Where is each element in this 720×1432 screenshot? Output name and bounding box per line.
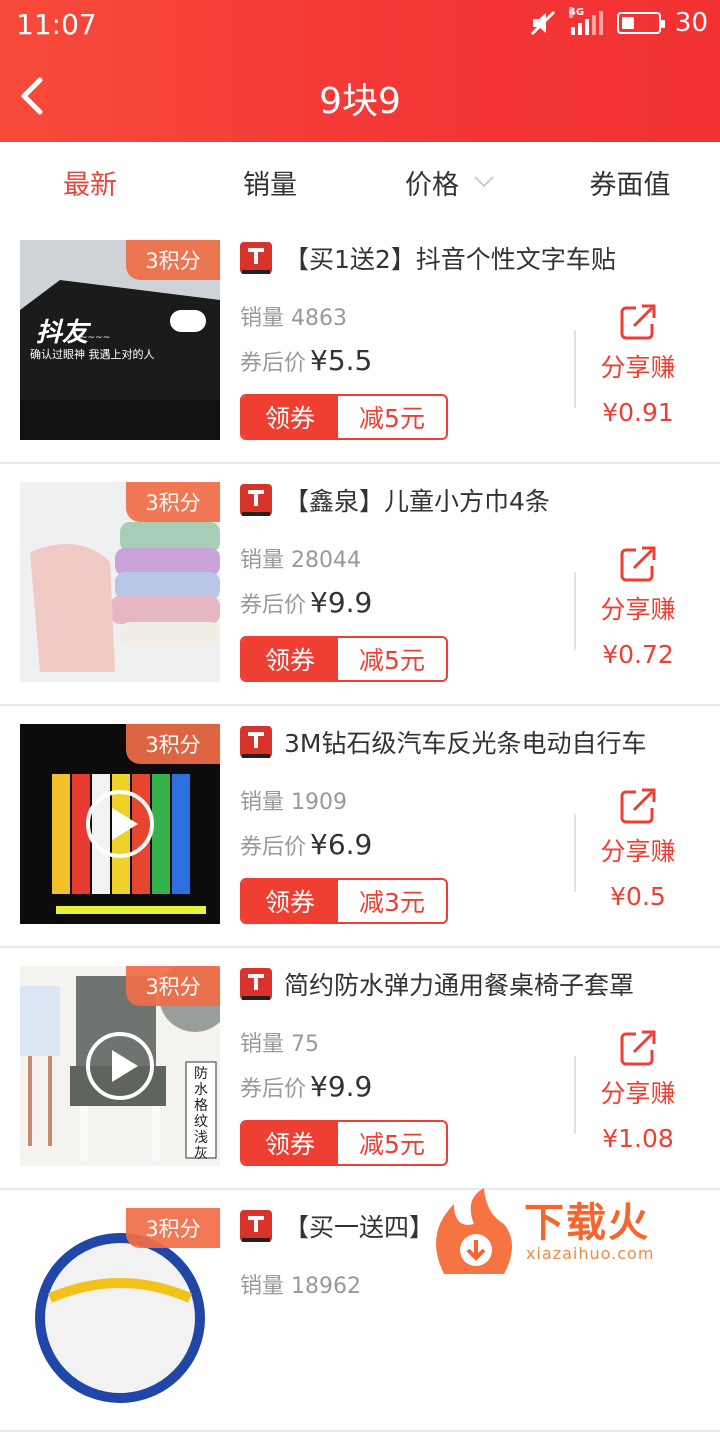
- thumb-text: 抖友: [36, 312, 88, 349]
- divider: [574, 814, 576, 892]
- chevron-down-icon: [473, 175, 495, 189]
- coupon-button[interactable]: 领券 减3元: [240, 878, 448, 924]
- price: ¥6.9: [310, 828, 372, 861]
- sales-count: 销量 1909: [240, 784, 347, 816]
- price-row: 券后价 ¥9.9: [240, 586, 372, 619]
- divider: [574, 1056, 576, 1134]
- share-icon[interactable]: [618, 786, 658, 826]
- sales-count: 销量 4863: [240, 300, 347, 332]
- page-title: 9块9: [0, 72, 720, 124]
- thumb-subtext: 确认过眼神 我遇上对的人: [30, 346, 155, 362]
- points-badge: 3积分: [126, 724, 220, 764]
- commission: ¥1.08: [578, 1124, 698, 1153]
- product-image[interactable]: 3积分: [20, 482, 220, 682]
- status-bar: 11:07 4G 30: [0, 0, 720, 50]
- sales-count: 销量 28044: [240, 542, 361, 574]
- price-row: 券后价 ¥9.9: [240, 1070, 372, 1103]
- product-title: 3M钻石级汽车反光条电动自行车: [284, 724, 704, 760]
- battery-level: 30: [675, 8, 708, 38]
- sales-count: 销量 75: [240, 1026, 319, 1058]
- sales-count: 销量 18962: [240, 1268, 361, 1300]
- get-coupon-label[interactable]: 领券: [242, 1122, 338, 1164]
- list-item[interactable]: 防水格纹浅灰 3积分 简约防水弹力通用餐桌椅子套罩 销量 75 券后价 ¥9.9…: [0, 948, 720, 1190]
- points-badge: 3积分: [126, 482, 220, 522]
- points-badge: 3积分: [126, 966, 220, 1006]
- product-image[interactable]: 3积分: [20, 724, 220, 924]
- coupon-value: 减5元: [338, 396, 446, 438]
- share-earn-button[interactable]: 分享赚: [578, 1074, 698, 1110]
- tab-price[interactable]: 价格: [360, 142, 540, 222]
- product-title: 【买1送2】抖音个性文字车贴: [284, 240, 704, 276]
- product-image[interactable]: 防水格纹浅灰 3积分: [20, 966, 220, 1166]
- tmall-icon: [240, 726, 272, 758]
- flame-icon: [424, 1184, 520, 1280]
- price-row: 券后价 ¥6.9: [240, 828, 372, 861]
- price: ¥9.9: [310, 586, 372, 619]
- price: ¥5.5: [310, 344, 372, 377]
- app-header: 11:07 4G 30 9块9: [0, 0, 720, 142]
- tab-coupon-value[interactable]: 券面值: [540, 142, 720, 222]
- get-coupon-label[interactable]: 领券: [242, 880, 338, 922]
- product-image[interactable]: 3积分: [20, 1208, 220, 1408]
- sort-bar: 最新 销量 价格 券面值: [0, 142, 720, 222]
- get-coupon-label[interactable]: 领券: [242, 638, 338, 680]
- list-item[interactable]: ~~~~ 抖友 确认过眼神 我遇上对的人 3积分 【买1送2】抖音个性文字车贴 …: [0, 222, 720, 464]
- tab-latest[interactable]: 最新: [0, 142, 180, 222]
- share-earn-button[interactable]: 分享赚: [578, 832, 698, 868]
- commission: ¥0.5: [578, 882, 698, 911]
- share-icon[interactable]: [618, 302, 658, 342]
- list-item[interactable]: 3积分 【鑫泉】儿童小方巾4条 销量 28044 券后价 ¥9.9 领券 减5元…: [0, 464, 720, 706]
- share-icon[interactable]: [618, 1028, 658, 1068]
- battery-icon: [617, 12, 661, 34]
- play-icon[interactable]: [86, 1032, 154, 1100]
- watermark-logo: 下载火 xiazaihuo.com: [424, 1184, 714, 1280]
- price: ¥9.9: [310, 1070, 372, 1103]
- coupon-value: 减5元: [338, 1122, 446, 1164]
- coupon-value: 减3元: [338, 880, 446, 922]
- coupon-button[interactable]: 领券 减5元: [240, 1120, 448, 1166]
- product-title: 简约防水弹力通用餐桌椅子套罩: [284, 966, 704, 1002]
- tmall-icon: [240, 968, 272, 1000]
- tmall-icon: [240, 484, 272, 516]
- share-icon[interactable]: [618, 544, 658, 584]
- points-badge: 3积分: [126, 240, 220, 280]
- tab-sales[interactable]: 销量: [180, 142, 360, 222]
- product-image[interactable]: ~~~~ 抖友 确认过眼神 我遇上对的人 3积分: [20, 240, 220, 440]
- divider: [574, 330, 576, 408]
- mute-icon: [529, 9, 557, 37]
- status-icons: 4G 30: [529, 8, 708, 38]
- list-item[interactable]: 3积分 3M钻石级汽车反光条电动自行车 销量 1909 券后价 ¥6.9 领券 …: [0, 706, 720, 948]
- share-earn-button[interactable]: 分享赚: [578, 348, 698, 384]
- price-row: 券后价 ¥5.5: [240, 344, 372, 377]
- tmall-icon: [240, 242, 272, 274]
- commission: ¥0.72: [578, 640, 698, 669]
- coupon-value: 减5元: [338, 638, 446, 680]
- thumb-text: 防水格纹浅灰: [188, 1066, 214, 1162]
- tmall-icon: [240, 1210, 272, 1242]
- share-earn-button[interactable]: 分享赚: [578, 590, 698, 626]
- product-title: 【鑫泉】儿童小方巾4条: [284, 482, 704, 518]
- play-icon[interactable]: [86, 790, 154, 858]
- coupon-button[interactable]: 领券 减5元: [240, 636, 448, 682]
- get-coupon-label[interactable]: 领券: [242, 396, 338, 438]
- status-time: 11:07: [16, 8, 97, 41]
- divider: [574, 572, 576, 650]
- points-badge: 3积分: [126, 1208, 220, 1248]
- coupon-button[interactable]: 领券 减5元: [240, 394, 448, 440]
- commission: ¥0.91: [578, 398, 698, 427]
- signal-icon: 4G: [571, 11, 603, 35]
